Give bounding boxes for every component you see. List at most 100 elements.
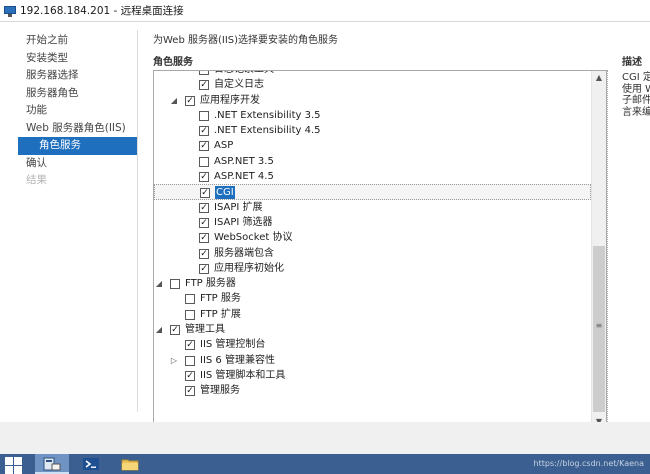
role-services-tree[interactable]: ✓ 日志记录工具 ✓ 自定义日志 ◢ ✓ 应用程序开发 .NET Extensibility …: [153, 70, 607, 430]
window-title: 192.168.184.201 - 远程桌面连接: [20, 5, 184, 17]
checkbox[interactable]: [185, 294, 195, 305]
checkbox[interactable]: ✓: [199, 141, 209, 152]
wizard-footer: [0, 422, 650, 454]
checkbox[interactable]: ✓: [200, 188, 210, 199]
tree-row[interactable]: ✓ IIS 管理脚本和工具: [154, 368, 591, 383]
checkbox[interactable]: ✓: [185, 95, 195, 106]
nav-divider: [137, 30, 138, 412]
checkbox[interactable]: [199, 110, 209, 121]
tree-row-label: CGI: [215, 186, 235, 200]
tree-row[interactable]: ◢ FTP 服务器: [154, 276, 591, 291]
checkbox[interactable]: [170, 279, 180, 290]
tree-row-label: 自定义日志: [214, 79, 264, 91]
scroll-up-button[interactable]: ▲: [592, 71, 606, 85]
checkbox[interactable]: ✓: [199, 248, 209, 259]
nav-item[interactable]: 确认: [18, 155, 138, 173]
nav-item[interactable]: Web 服务器角色(IIS): [18, 120, 138, 138]
tree-row-label: 服务器端包含: [214, 247, 274, 259]
tree-scrollbar[interactable]: ▲ ≡ ▼: [591, 71, 606, 429]
tree-row[interactable]: ✓ 自定义日志: [154, 77, 591, 92]
checkbox[interactable]: ✓: [185, 386, 195, 397]
tree-row[interactable]: ✓ ASP.NET 4.5: [154, 169, 591, 184]
collapse-arrow-icon[interactable]: ▷: [169, 353, 179, 368]
taskbar: https://blog.csdn.net/Kaena: [0, 454, 650, 474]
checkbox[interactable]: ✓: [185, 370, 195, 381]
checkbox[interactable]: ✓: [199, 172, 209, 183]
tree-row-label: ASP.NET 3.5: [214, 155, 274, 167]
tree-rows: ✓ 日志记录工具 ✓ 自定义日志 ◢ ✓ 应用程序开发 .NET Extensibility …: [154, 71, 591, 399]
tree-row[interactable]: ✓ IIS 管理控制台: [154, 337, 591, 352]
add-roles-wizard: 开始之前 安装类型 服务器选择 服务器角色 功能 Web 服务器角色(IIS) 角色服务 确认…: [0, 22, 650, 430]
tree-row[interactable]: ✓ 日志记录工具: [154, 71, 591, 77]
tree-row[interactable]: ✓ 管理服务: [154, 383, 591, 398]
description-panel: CGI 定使用 W子邮件言来编: [607, 70, 650, 428]
tree-row-label: .NET Extensibility 4.5: [214, 125, 321, 137]
tree-row-label: 日志记录工具: [214, 71, 274, 77]
tree-row[interactable]: ◢ ✓ 应用程序开发: [154, 93, 591, 108]
checkbox[interactable]: [185, 309, 195, 320]
tree-row-label: ASP.NET 4.5: [214, 171, 274, 183]
description-line: 言来编: [622, 106, 650, 118]
tree-row-label: IIS 管理控制台: [200, 339, 266, 351]
title-bar: 192.168.184.201 - 远程桌面连接: [0, 0, 650, 22]
tree-row[interactable]: ✓ WebSocket 协议: [154, 230, 591, 245]
tree-row[interactable]: ▷ IIS 6 管理兼容性: [154, 353, 591, 368]
expand-arrow-icon[interactable]: ◢: [154, 322, 164, 337]
checkbox[interactable]: ✓: [199, 80, 209, 91]
nav-item[interactable]: 角色服务: [18, 137, 138, 155]
tree-row-label: 应用程序初始化: [214, 262, 284, 274]
tree-row-label: WebSocket 协议: [214, 232, 293, 244]
checkbox[interactable]: ✓: [199, 217, 209, 228]
expand-arrow-icon[interactable]: ◢: [154, 276, 164, 291]
tree-row[interactable]: FTP 服务: [154, 291, 591, 306]
nav-item[interactable]: 服务器角色: [18, 85, 138, 103]
checkbox[interactable]: ✓: [199, 202, 209, 213]
tree-row-label: ASP: [214, 140, 234, 152]
nav-item[interactable]: 安装类型: [18, 50, 138, 68]
tree-row-label: IIS 6 管理兼容性: [200, 354, 275, 366]
tree-row[interactable]: ✓ CGI: [154, 184, 591, 200]
role-services-title: 角色服务: [153, 57, 193, 68]
remote-desktop-icon: [4, 5, 16, 17]
checkbox[interactable]: [185, 355, 195, 366]
tree-row[interactable]: ✓ ASP: [154, 138, 591, 153]
checkbox[interactable]: ✓: [199, 71, 209, 75]
tree-row-label: FTP 扩展: [200, 308, 241, 320]
checkbox[interactable]: ✓: [199, 126, 209, 137]
tree-row[interactable]: .NET Extensibility 3.5: [154, 108, 591, 123]
tree-row[interactable]: ✓ .NET Extensibility 4.5: [154, 123, 591, 138]
tree-row-label: IIS 管理脚本和工具: [200, 369, 286, 381]
tree-row[interactable]: ✓ ISAPI 扩展: [154, 200, 591, 215]
tree-row-label: FTP 服务器: [185, 278, 236, 290]
nav-item: 结果: [26, 174, 47, 186]
tree-row[interactable]: FTP 扩展: [154, 307, 591, 322]
powershell-icon[interactable]: [74, 454, 108, 474]
expand-arrow-icon[interactable]: ◢: [169, 93, 179, 108]
windows-start-icon[interactable]: [5, 456, 23, 474]
checkbox[interactable]: ✓: [170, 325, 180, 336]
checkbox[interactable]: [199, 156, 209, 167]
tree-row[interactable]: ✓ ISAPI 筛选器: [154, 215, 591, 230]
tree-row-label: 应用程序开发: [200, 94, 260, 106]
tree-row[interactable]: ASP.NET 3.5: [154, 154, 591, 169]
file-explorer-icon[interactable]: [113, 454, 147, 474]
server-manager-icon[interactable]: [35, 454, 69, 474]
grip-icon: ≡: [595, 321, 603, 330]
checkbox[interactable]: ✓: [199, 263, 209, 274]
tree-row-label: FTP 服务: [200, 293, 241, 305]
watermark-text: https://blog.csdn.net/Kaena: [533, 459, 644, 468]
wizard-nav: 开始之前 安装类型 服务器选择 服务器角色 功能 Web 服务器角色(IIS) 角色服务 确认…: [18, 32, 138, 190]
tree-row-label: ISAPI 扩展: [214, 201, 263, 213]
tree-row[interactable]: ◢ ✓ 管理工具: [154, 322, 591, 337]
nav-item[interactable]: 服务器选择: [18, 67, 138, 85]
scroll-thumb[interactable]: ≡: [593, 246, 605, 412]
tree-row[interactable]: ✓ 服务器端包含: [154, 246, 591, 261]
checkbox[interactable]: ✓: [185, 340, 195, 351]
tree-row-label: 管理工具: [185, 324, 225, 336]
nav-item[interactable]: 开始之前: [18, 32, 138, 50]
description-line: CGI 定: [622, 72, 650, 83]
tree-row[interactable]: ✓ 应用程序初始化: [154, 261, 591, 276]
checkbox[interactable]: ✓: [199, 233, 209, 244]
nav-item[interactable]: 功能: [18, 102, 138, 120]
tree-row-label: ISAPI 筛选器: [214, 216, 273, 228]
